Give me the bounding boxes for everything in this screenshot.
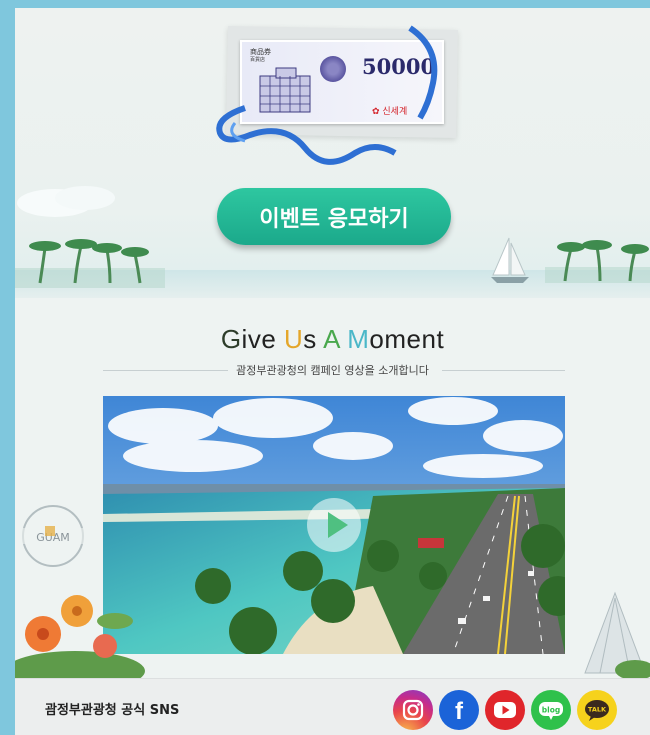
- kakaotalk-button[interactable]: TALK: [577, 690, 617, 730]
- palm-trees-left-decoration: [15, 239, 165, 288]
- page-frame: 商品券 百貨店 50000 ✿ 신세계 이벤트 응모하기 Give Us A M…: [15, 8, 650, 735]
- footer-sns-bar: 괌정부관광청 공식 SNS f blog TALK: [15, 678, 650, 735]
- instagram-button[interactable]: [393, 690, 433, 730]
- svg-text:TALK: TALK: [588, 706, 607, 714]
- title-letter-m: M: [347, 324, 370, 354]
- title-letter-u: U: [284, 324, 304, 354]
- chapel-decoration: [584, 591, 650, 678]
- play-button[interactable]: [307, 498, 361, 552]
- title-text-s: s: [303, 324, 324, 354]
- campaign-video-player[interactable]: [103, 396, 565, 654]
- guam-postmark-stamp: GUAM: [19, 505, 89, 567]
- kakaotalk-icon: TALK: [585, 700, 609, 721]
- title-text-ive: ive: [241, 324, 285, 354]
- footer-title: 괌정부관광청 공식 SNS: [45, 703, 180, 718]
- play-icon: [328, 512, 348, 538]
- svg-text:blog: blog: [542, 706, 560, 715]
- facebook-button[interactable]: f: [439, 690, 479, 730]
- title-letter-g: G: [220, 324, 242, 354]
- blog-icon: blog: [539, 702, 563, 720]
- palm-trees-right-decoration: [545, 240, 650, 283]
- event-apply-button[interactable]: 이벤트 응모하기: [217, 188, 451, 245]
- gift-section: 商品券 百貨店 50000 ✿ 신세계 이벤트 응모하기: [15, 8, 650, 298]
- youtube-icon: [494, 702, 516, 718]
- youtube-button[interactable]: [485, 690, 525, 730]
- instagram-icon: [402, 699, 424, 721]
- moment-subtitle: 괌정부관광청의 캠페인 영상을 소개합니다: [236, 364, 429, 377]
- sailboat-decoration: [491, 237, 529, 283]
- facebook-icon: f: [455, 698, 464, 725]
- svg-text:f: f: [455, 698, 464, 725]
- title-letter-a: A: [323, 324, 340, 354]
- title-text-oment: oment: [369, 324, 445, 354]
- moment-title: Give Us A Moment: [15, 324, 650, 355]
- blue-ribbon-decoration: [216, 25, 438, 165]
- hibiscus-flowers-decoration: [15, 595, 145, 686]
- blog-button[interactable]: blog: [531, 690, 571, 730]
